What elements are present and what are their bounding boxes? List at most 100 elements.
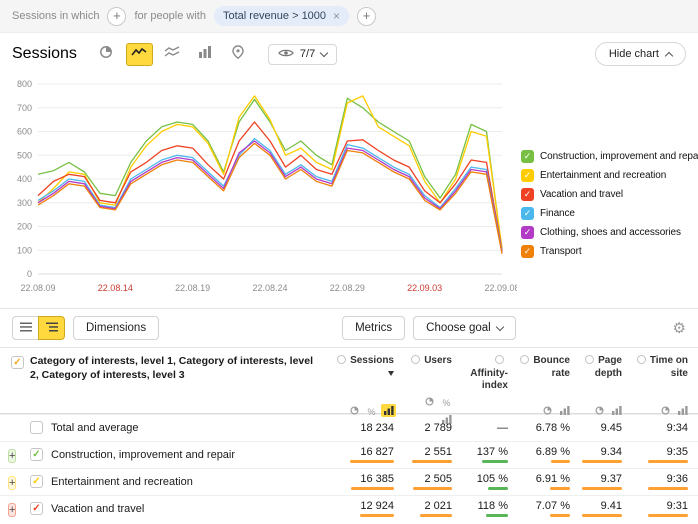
metric-header-label: Page depth (595, 355, 622, 379)
legend-checkbox-icon[interactable]: ✓ (521, 169, 534, 182)
map-pin-icon (232, 45, 244, 64)
legend-checkbox-icon[interactable]: ✓ (521, 245, 534, 258)
legend-checkbox-icon[interactable]: ✓ (521, 226, 534, 239)
metric-viewmode-cell (580, 402, 632, 420)
report-table-section: Dimensions Metrics Choose goal ⚙ ✓Catego… (0, 308, 698, 522)
percent-view-icon[interactable]: % (364, 405, 379, 418)
y-axis-tick-label: 500 (17, 150, 32, 160)
pie-chart-icon (99, 45, 113, 64)
table-header-row: ✓Category of interests, level 1, Categor… (0, 347, 698, 393)
row-checkbox[interactable]: ✓ (30, 475, 43, 488)
metric-value-bar (648, 460, 688, 463)
pie-view-icon[interactable] (592, 404, 607, 417)
metric-header-page-depth[interactable]: Page depth (580, 355, 632, 380)
metric-value-cell: 2 021 (404, 500, 462, 517)
row-name-cell: ✓Vacation and travel (30, 502, 334, 515)
expand-row-button[interactable]: + (8, 503, 16, 517)
gear-icon[interactable]: ⚙ (673, 319, 686, 337)
row-checkbox[interactable]: ✓ (30, 502, 43, 515)
metric-value-bar (582, 460, 622, 463)
chart-line-5 (38, 143, 502, 253)
bars-view-icon[interactable] (557, 404, 572, 417)
metric-help-icon (637, 355, 646, 364)
segment-filter-bar: Sessions in which + for people with Tota… (0, 0, 698, 33)
metric-value-cell: 7.07 % (518, 500, 580, 517)
flat-list-view-button[interactable] (12, 316, 39, 340)
expand-row-button[interactable]: + (8, 449, 16, 463)
legend-checkbox-icon[interactable]: ✓ (521, 207, 534, 220)
chart-title: Sessions (12, 45, 77, 63)
metric-value: 9:31 (632, 500, 688, 512)
legend-checkbox-icon[interactable]: ✓ (521, 150, 534, 163)
chevron-down-icon (495, 322, 503, 330)
line-chart-type-button[interactable] (126, 43, 153, 66)
metric-header-time-on-site[interactable]: Time on site (632, 355, 698, 380)
metric-header-sessions[interactable]: Sessions (334, 355, 404, 380)
choose-goal-button[interactable]: Choose goal (413, 316, 516, 340)
remove-filter-icon[interactable]: × (333, 9, 340, 23)
bar-chart-type-button[interactable] (192, 43, 219, 66)
metric-value-bar (582, 487, 622, 490)
pie-view-icon[interactable] (540, 404, 555, 417)
metric-value: 2 505 (404, 473, 452, 485)
pie-view-icon[interactable] (347, 404, 362, 417)
row-checkbox-unchecked[interactable] (30, 421, 43, 434)
stacked-chart-type-button[interactable] (159, 43, 186, 66)
metric-value: 2 021 (404, 500, 452, 512)
row-checkbox[interactable]: ✓ (30, 448, 43, 461)
metric-value-cell: 118 % (462, 500, 518, 517)
metrics-button[interactable]: Metrics (342, 316, 405, 340)
legend-item[interactable]: ✓ Transport (521, 245, 698, 258)
legend-label: Transport (540, 246, 582, 257)
add-people-condition-button[interactable]: + (357, 7, 376, 26)
header-checkbox-cell: ✓ (0, 355, 30, 369)
add-session-condition-button[interactable]: + (107, 7, 126, 26)
metric-value-bar (360, 514, 394, 517)
metric-value-bar (582, 514, 622, 517)
bars-view-icon[interactable] (381, 404, 396, 417)
metric-header-bounce-rate[interactable]: Bounce rate (518, 355, 580, 380)
hide-chart-label: Hide chart (609, 48, 659, 60)
legend-item[interactable]: ✓Finance (521, 207, 698, 220)
pie-chart-type-button[interactable] (93, 43, 120, 66)
metric-value: 9:34 (632, 422, 688, 434)
metric-header-label: Users (424, 355, 452, 366)
bars-view-icon[interactable] (675, 404, 690, 417)
metric-header-affinity-index[interactable]: Affinity-index (462, 355, 518, 393)
hide-chart-button[interactable]: Hide chart (595, 42, 686, 66)
metric-value-bar (488, 487, 508, 490)
legend-item[interactable]: ✓Clothing, shoes and accessories (521, 226, 698, 239)
y-axis-tick-label: 300 (17, 198, 32, 208)
expand-row-button[interactable]: + (8, 476, 16, 490)
metric-value-cell: 105 % (462, 473, 518, 490)
pie-view-icon[interactable] (658, 404, 673, 417)
tree-view-button[interactable] (38, 316, 65, 340)
row-expander-cell: + (0, 473, 30, 491)
legend-checkbox-icon[interactable]: ✓ (521, 188, 534, 201)
metric-value-cell: 6.78 % (518, 422, 580, 434)
filter-chip-total-revenue[interactable]: Total revenue > 1000 × (214, 6, 349, 26)
chevron-down-icon (320, 48, 328, 56)
metric-help-icon (337, 355, 346, 364)
sort-desc-icon (388, 371, 394, 376)
percent-view-icon[interactable]: % (439, 396, 454, 409)
metric-value: 2 789 (404, 422, 452, 434)
pie-view-icon[interactable] (422, 395, 437, 408)
metric-viewmode-cell: % (334, 402, 404, 420)
metric-value: 9:35 (632, 446, 688, 458)
metric-value-bar (413, 487, 452, 490)
x-axis-tick-label: 22.09.03 (407, 283, 442, 293)
metric-header-users[interactable]: Users (404, 355, 462, 368)
map-chart-type-button[interactable] (225, 43, 252, 66)
legend-item[interactable]: ✓Construction, improvement and repair (521, 150, 698, 163)
metric-value: 12 924 (334, 500, 394, 512)
series-visibility-dropdown[interactable]: 7/7 (268, 44, 337, 65)
legend-label: Vacation and travel (540, 189, 623, 200)
bars-view-icon[interactable] (609, 404, 624, 417)
legend-item[interactable]: ✓Entertainment and recreation (521, 169, 698, 182)
row-label: Total and average (51, 422, 138, 434)
table-row: + ✓Vacation and travel12 924 2 021 118 %7.0… (0, 495, 698, 522)
legend-item[interactable]: ✓ Vacation and travel (521, 188, 698, 201)
select-all-checkbox[interactable]: ✓ (11, 356, 24, 369)
dimensions-button[interactable]: Dimensions (73, 316, 159, 340)
